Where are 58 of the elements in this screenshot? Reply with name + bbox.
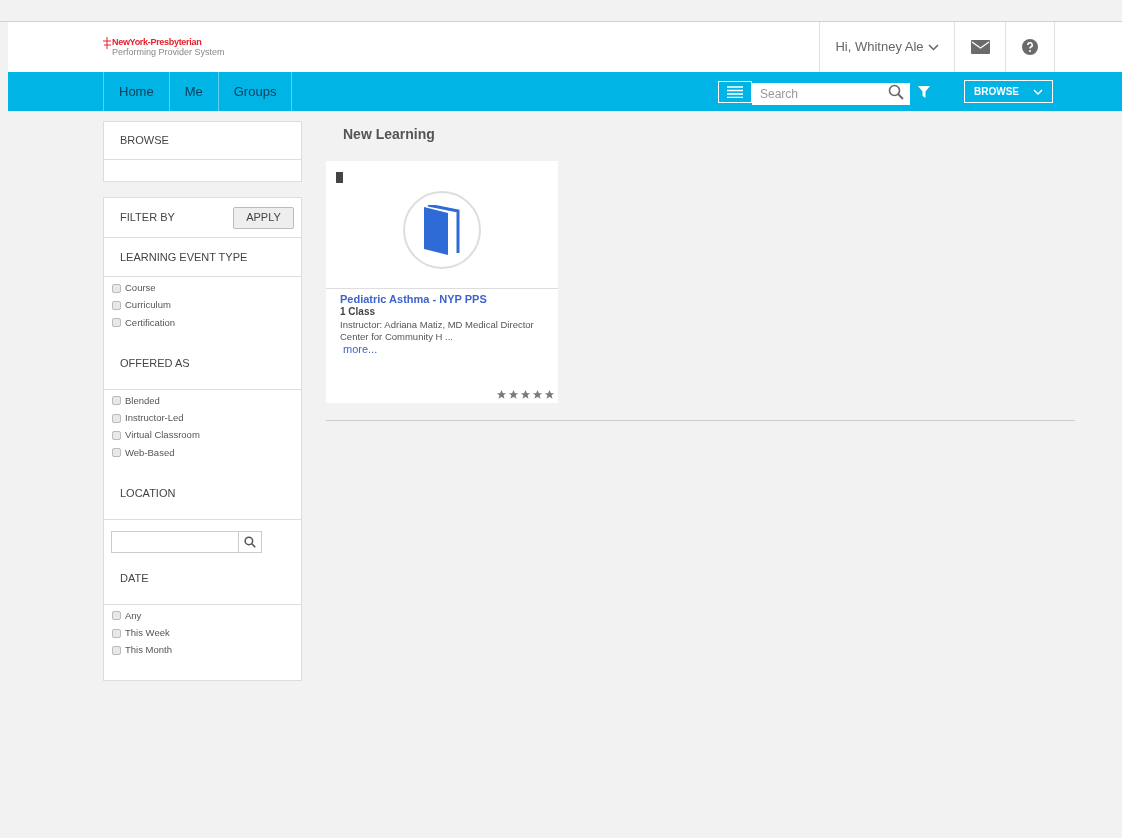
search-field[interactable]: Search (752, 82, 910, 105)
nav-tab[interactable]: Home (104, 72, 170, 111)
help-icon (1022, 39, 1038, 55)
more-link[interactable]: more... (343, 343, 544, 355)
checkbox[interactable] (112, 300, 121, 310)
checkbox-label: This Week (125, 626, 170, 640)
checkbox[interactable] (112, 448, 121, 458)
class-count: 1 Class (340, 306, 377, 318)
checkbox-label: Course (125, 281, 156, 295)
star-icon (496, 389, 507, 400)
star-icon (532, 389, 543, 400)
checkbox-label: Any (125, 608, 142, 623)
checkbox-label: Instructor-Led (125, 411, 184, 425)
checkbox-label: Web-Based (125, 445, 175, 460)
menu-icon (727, 85, 743, 98)
checkbox[interactable] (112, 283, 121, 293)
section-title: DATE (120, 570, 149, 586)
list-view-button[interactable] (718, 80, 752, 103)
nav-tab[interactable]: Me (169, 72, 219, 111)
apply-button[interactable]: APPLY (233, 206, 294, 229)
logo-subtitle: Performing Provider System (112, 47, 225, 57)
chevron-icon (1033, 88, 1043, 95)
checkbox[interactable] (112, 611, 121, 621)
checkbox[interactable] (112, 645, 121, 655)
checkbox-label: Blended (125, 393, 160, 408)
panel-title: FILTER BY (120, 210, 175, 226)
checkbox[interactable] (112, 318, 121, 328)
search-button[interactable] (239, 530, 262, 553)
course-card[interactable]: Pediatric Asthma - NYP PPS 1 Class Instructor: Adriana Matiz, MD Medical Director Center for Community H ... more... (326, 161, 558, 403)
card-description: Instructor: Adriana Matiz, MD Medical Director Center for Community H ... (340, 319, 535, 343)
filter-icon[interactable] (918, 85, 930, 98)
logo-icon (103, 37, 111, 49)
card-title[interactable]: Pediatric Asthma - NYP PPS (340, 293, 544, 305)
star-icon (508, 389, 519, 400)
star-icon (544, 389, 555, 400)
section-heading: New Learning (343, 126, 435, 142)
location-field[interactable] (111, 530, 239, 553)
mail-icon (970, 40, 990, 54)
section-title: OFFERED AS (120, 355, 190, 371)
checkbox[interactable] (112, 413, 121, 423)
book-icon (424, 204, 460, 255)
panel-title: BROWSE (120, 133, 169, 149)
section-title: LEARNING EVENT TYPE (120, 249, 248, 265)
chevron-icon (927, 43, 939, 51)
star-icon (520, 389, 531, 400)
search-icon (888, 83, 904, 100)
checkbox-label: Curriculum (125, 298, 171, 313)
checkbox-label: Virtual Classroom (125, 428, 200, 443)
nav-tab[interactable]: Groups (218, 72, 293, 111)
section-title: LOCATION (120, 485, 176, 501)
checkbox-label: Certification (125, 315, 176, 330)
search-icon (244, 535, 256, 548)
logo-title: NewYork-Presbyterian (112, 37, 203, 47)
checkbox[interactable] (112, 628, 121, 638)
checkbox[interactable] (112, 430, 121, 440)
checkbox[interactable] (112, 396, 121, 406)
book-icon (336, 172, 344, 183)
checkbox-label: This Month (125, 643, 172, 658)
